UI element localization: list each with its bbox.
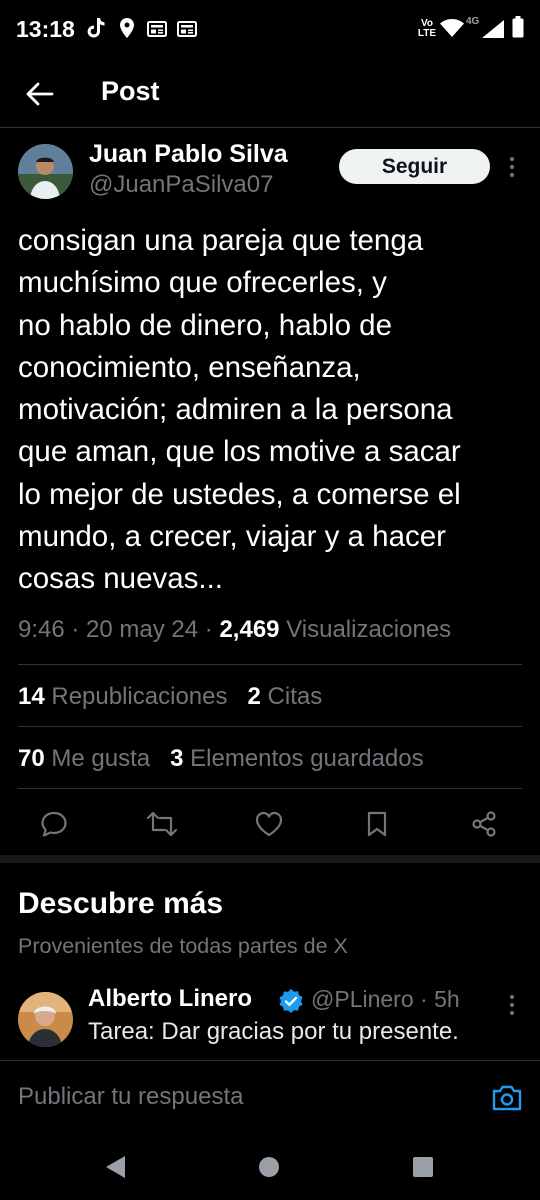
quotes-stat[interactable]: 2 Citas	[248, 683, 323, 710]
related-author-avatar[interactable]	[18, 992, 73, 1047]
nav-back-icon[interactable]	[104, 1154, 128, 1180]
avatar-image	[18, 144, 73, 199]
likes-label: Me gusta	[51, 745, 151, 772]
related-author-handle[interactable]: @PLinero	[311, 986, 414, 1012]
divider	[18, 788, 522, 789]
likes-count: 70	[18, 745, 45, 772]
wifi-icon	[440, 19, 464, 37]
more-vertical-icon[interactable]	[500, 992, 524, 1018]
related-author-meta: @PLinero · 5h	[311, 986, 460, 1012]
like-button[interactable]	[251, 806, 287, 842]
share-icon	[472, 811, 496, 837]
bookmarks-label: Elementos guardados	[190, 745, 424, 772]
views-count: 2,469	[219, 616, 280, 643]
discover-title: Descubre más	[18, 887, 224, 920]
top-app-bar: Post	[0, 60, 540, 128]
avatar-image	[18, 992, 73, 1047]
camera-icon[interactable]	[490, 1081, 524, 1115]
reply-icon	[41, 811, 67, 837]
quotes-count: 2	[247, 683, 261, 710]
location-icon	[120, 18, 134, 38]
header-divider	[0, 127, 540, 128]
divider	[18, 726, 522, 727]
author-avatar[interactable]	[18, 144, 73, 199]
tweet-date: 20 may 24	[86, 616, 199, 643]
back-button[interactable]	[20, 74, 60, 114]
related-post-text[interactable]: Tarea: Dar gracias por tu presente.	[88, 1018, 459, 1046]
status-bar: 13:18 Vo LTE 4G	[0, 0, 540, 60]
reposts-stat[interactable]: 14 Republicaciones	[18, 683, 227, 710]
system-nav-bar	[0, 1135, 540, 1200]
bookmark-button[interactable]	[359, 806, 395, 842]
news-icon	[147, 21, 167, 37]
nav-home-icon[interactable]	[258, 1156, 280, 1178]
tiktok-icon	[87, 18, 105, 38]
stats-row-reposts: 14 Republicaciones 2 Citas	[18, 683, 322, 711]
reposts-label: Republicaciones	[51, 683, 228, 710]
tweet-time: 9:46	[18, 616, 65, 643]
like-icon	[255, 811, 283, 837]
reply-input[interactable]: Publicar tu respuesta	[18, 1083, 243, 1111]
battery-icon	[512, 16, 524, 38]
verified-icon	[279, 989, 303, 1013]
section-separator	[0, 855, 540, 863]
author-handle[interactable]: @JuanPaSilva07	[89, 171, 273, 199]
bookmarks-count: 3	[170, 745, 184, 772]
share-button[interactable]	[466, 806, 502, 842]
author-name[interactable]: Juan Pablo Silva	[89, 140, 288, 169]
page-title: Post	[101, 76, 160, 106]
tweet-meta: 9:46 · 20 may 24 · 2,469 Visualizaciones	[18, 616, 452, 643]
nav-recents-icon[interactable]	[412, 1156, 434, 1178]
volte-indicator: Vo LTE	[417, 18, 437, 39]
network-type: 4G	[466, 16, 480, 27]
signal-icon	[482, 20, 504, 38]
bookmarks-stat[interactable]: 3 Elementos guardados	[170, 745, 424, 772]
repost-icon	[146, 811, 178, 837]
arrow-left-icon	[26, 82, 54, 106]
news-icon	[177, 21, 197, 37]
related-age: 5h	[434, 986, 460, 1012]
reposts-count: 14	[18, 683, 45, 710]
discover-subtitle: Provenientes de todas partes de X	[18, 934, 348, 958]
repost-button[interactable]	[144, 806, 180, 842]
status-time: 13:18	[16, 16, 75, 42]
bookmark-icon	[367, 811, 387, 837]
reply-button[interactable]	[36, 806, 72, 842]
related-author-name[interactable]: Alberto Linero	[88, 985, 252, 1013]
views-label: Visualizaciones	[286, 616, 452, 643]
tweet-text: consigan una pareja que tenga muchísimo …	[18, 224, 461, 596]
quotes-label: Citas	[267, 683, 323, 710]
likes-stat[interactable]: 70 Me gusta	[18, 745, 150, 772]
more-vertical-icon[interactable]	[500, 154, 524, 180]
divider	[18, 664, 522, 665]
stats-row-likes: 70 Me gusta 3 Elementos guardados	[18, 745, 424, 773]
follow-button[interactable]: Seguir	[339, 149, 490, 184]
